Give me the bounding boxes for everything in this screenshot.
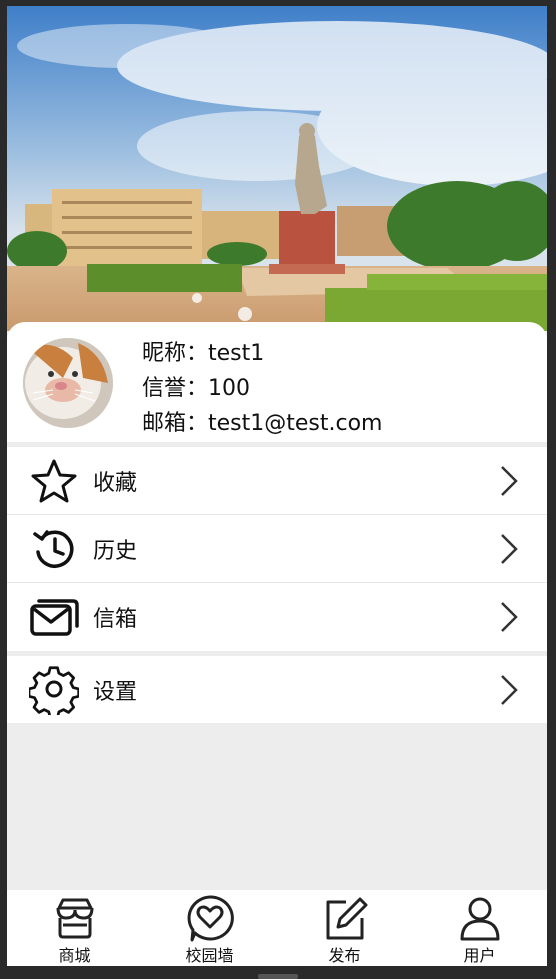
email-row: 邮箱：test1@test.com: [142, 406, 383, 441]
tab-campus-wall[interactable]: 校园墙: [142, 890, 277, 966]
tab-publish[interactable]: 发布: [277, 890, 412, 966]
profile-card: 昵称：test1 信誉：100 邮箱：test1@test.com: [7, 322, 547, 442]
tab-shop[interactable]: 商城: [7, 890, 142, 966]
heart-chat-icon: [187, 895, 234, 942]
menu-label-favorites: 收藏: [93, 470, 138, 496]
tab-label-publish: 发布: [328, 946, 361, 965]
chevron-right-icon: [501, 465, 518, 496]
chevron-right-icon: [501, 674, 518, 705]
tab-label-user: 用户: [463, 946, 496, 965]
avatar-image: [23, 338, 113, 428]
credit-row: 信誉：100: [142, 371, 383, 406]
tab-label-shop: 商城: [58, 946, 91, 965]
menu-group-settings: 设置: [7, 656, 547, 723]
edit-icon: [326, 897, 367, 940]
bottom-tab-bar: 商城 校园墙 发布 用户: [7, 890, 547, 966]
menu-item-history[interactable]: 历史: [7, 515, 547, 583]
star-icon: [31, 459, 77, 502]
nickname-value: test1: [208, 341, 265, 366]
chevron-right-icon: [501, 533, 518, 564]
avatar[interactable]: [23, 338, 113, 428]
credit-value: 100: [208, 376, 251, 401]
menu-item-mailbox[interactable]: 信箱: [7, 583, 547, 651]
tab-label-campus-wall: 校园墙: [185, 946, 234, 965]
shop-icon: [56, 898, 93, 939]
nickname-label: 昵称：: [142, 341, 209, 366]
menu-label-settings: 设置: [93, 679, 138, 705]
nickname-row: 昵称：test1: [142, 336, 383, 371]
home-indicator[interactable]: [258, 974, 298, 979]
menu-group-main: 收藏 历史 信箱: [7, 447, 547, 651]
user-icon: [460, 897, 499, 941]
credit-label: 信誉：: [142, 376, 209, 401]
history-icon: [33, 529, 74, 568]
menu-item-favorites[interactable]: 收藏: [7, 447, 547, 515]
menu-label-history: 历史: [93, 538, 138, 564]
tab-user[interactable]: 用户: [412, 890, 547, 966]
email-value: test1@test.com: [208, 411, 383, 436]
menu-item-settings[interactable]: 设置: [7, 656, 547, 723]
chevron-right-icon: [501, 602, 518, 632]
app-screen: 昵称：test1 信誉：100 邮箱：test1@test.com 收藏 历史: [7, 6, 547, 966]
email-label: 邮箱：: [142, 411, 209, 436]
gear-icon: [29, 665, 79, 715]
profile-info: 昵称：test1 信誉：100 邮箱：test1@test.com: [142, 336, 383, 441]
menu-label-mailbox: 信箱: [93, 607, 138, 632]
mailbox-icon: [30, 599, 79, 636]
banner-image: [7, 6, 547, 331]
